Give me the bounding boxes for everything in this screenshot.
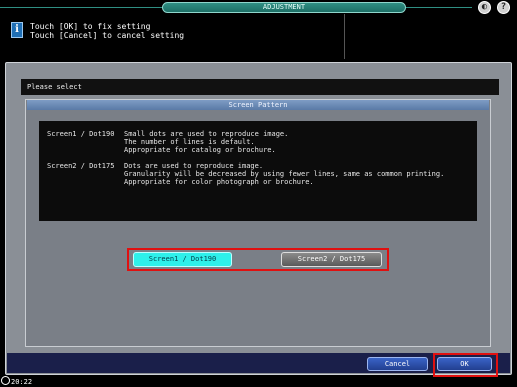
header-rule-left	[0, 7, 162, 8]
help-icon[interactable]: ?	[497, 1, 510, 14]
description-name: Screen2 / Dot175	[47, 162, 115, 170]
description-line: Granularity will be decreased by using f…	[124, 170, 445, 178]
description-line: Small dots are used to reproduce image.	[124, 130, 289, 138]
description-line: Appropriate for catalog or brochure.	[124, 146, 276, 154]
description-line: Dots are used to reproduce image.	[124, 162, 264, 170]
clock-icon	[1, 376, 10, 385]
speaker-icon[interactable]: ◐	[478, 1, 491, 14]
header-divider	[344, 14, 345, 59]
message-line-1: Touch [OK] to fix setting	[30, 22, 151, 31]
header-rule-right	[406, 7, 472, 8]
ok-button[interactable]: OK	[437, 357, 492, 371]
screen1-dot190-button[interactable]: Screen1 / Dot190	[133, 252, 232, 267]
cancel-button[interactable]: Cancel	[367, 357, 428, 371]
description-name: Screen1 / Dot190	[47, 130, 115, 138]
status-clock: 20:22	[1, 376, 32, 387]
instruction-message: Touch [OK] to fix setting Touch [Cancel]…	[30, 22, 184, 40]
message-line-2: Touch [Cancel] to cancel setting	[30, 31, 185, 40]
dialog-prompt: Please select	[21, 79, 499, 95]
info-icon: i	[11, 22, 23, 38]
screen-title: ADJUSTMENT	[162, 2, 406, 13]
clock-time: 20:22	[11, 378, 33, 386]
description-line: Appropriate for color photograph or broc…	[124, 178, 314, 186]
panel-title: Screen Pattern	[27, 100, 489, 110]
description-line: The number of lines is default.	[124, 138, 255, 146]
screen2-dot175-button[interactable]: Screen2 / Dot175	[281, 252, 382, 267]
